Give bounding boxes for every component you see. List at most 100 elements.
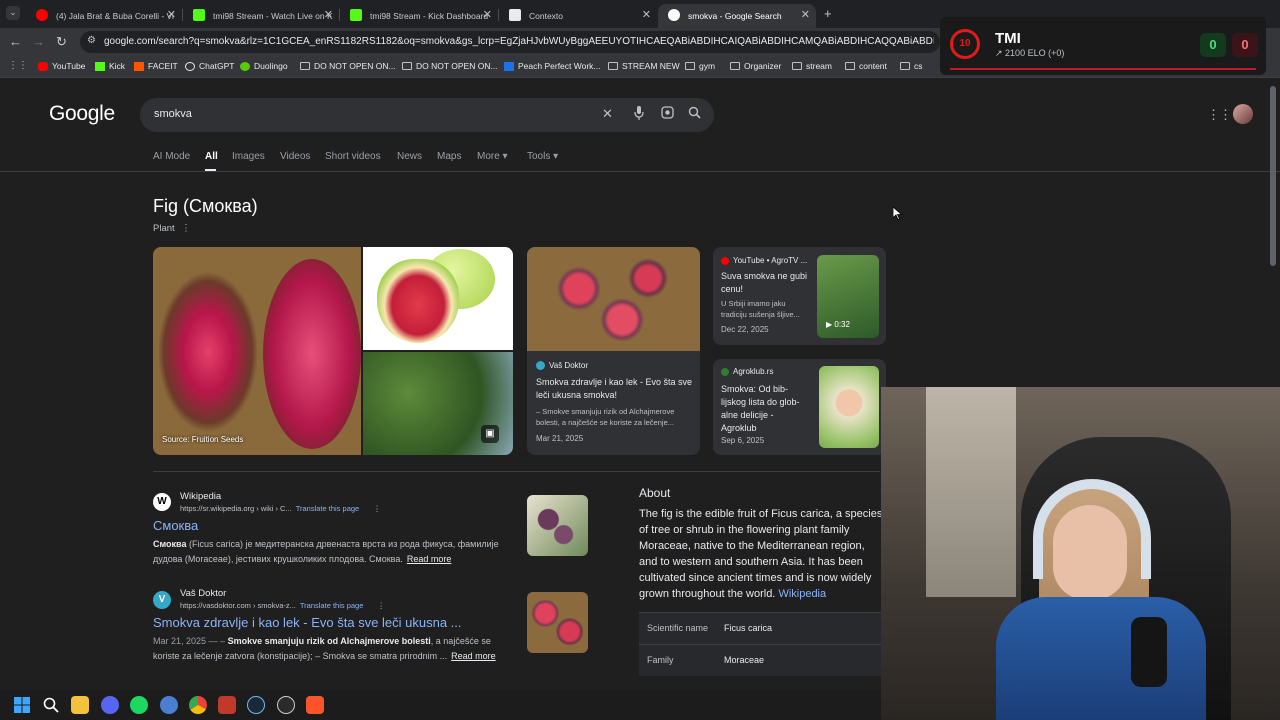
bookmark-chatgpt[interactable]: ChatGPT <box>185 61 234 71</box>
tab-search-chevron-icon[interactable]: ⌄ <box>6 6 20 20</box>
apps-grid-icon[interactable]: ⋮⋮ <box>8 60 28 71</box>
lens-icon[interactable] <box>661 106 674 122</box>
gallery-icon[interactable]: ▣ <box>481 425 499 443</box>
back-icon[interactable]: ← <box>9 34 22 49</box>
search-box[interactable]: smokva ✕ <box>140 98 714 132</box>
read-more-link[interactable]: Read more <box>407 554 452 564</box>
shield-icon[interactable] <box>218 696 236 714</box>
more-vert-icon[interactable]: ⋮ <box>181 223 191 234</box>
brave-icon[interactable] <box>306 696 324 714</box>
result-title-link[interactable]: Smokva zdravlje i kao lek - Evo šta sve … <box>153 615 462 630</box>
file-explorer-icon[interactable] <box>71 696 89 714</box>
tab-youtube[interactable]: (4) Jala Brat & Buba Corelli - Vi ✕ <box>26 4 182 28</box>
search-icon[interactable] <box>688 106 701 122</box>
filter-tools[interactable]: Tools ▾ <box>527 151 558 162</box>
folder-icon <box>900 62 910 70</box>
tab-contexto[interactable]: Contexto ✕ <box>499 4 657 28</box>
app-icon[interactable] <box>277 696 295 714</box>
folder-icon <box>300 62 310 70</box>
page-scrollbar[interactable] <box>1270 86 1276 266</box>
more-vert-icon[interactable]: ⋮ <box>373 504 381 513</box>
address-bar[interactable]: ⚙ google.com/search?q=smokva&rlz=1C1GCEA… <box>80 31 940 53</box>
filter-short-videos[interactable]: Short videos <box>325 151 381 162</box>
filter-all[interactable]: All <box>205 151 218 162</box>
bookmark-folder[interactable]: gym <box>685 61 715 71</box>
webcam-door <box>926 387 1016 597</box>
chrome-icon[interactable] <box>189 696 207 714</box>
steam-icon[interactable] <box>247 696 265 714</box>
bookmark-folder[interactable]: cs <box>900 61 923 71</box>
filter-ai-mode[interactable]: AI Mode <box>153 151 190 162</box>
more-vert-icon[interactable]: ⋮ <box>377 601 385 610</box>
fig-tree-image[interactable]: ▣ <box>363 352 513 455</box>
windows-start-icon[interactable] <box>13 696 31 714</box>
video-thumbnail[interactable]: ▶ 0:32 <box>817 255 879 338</box>
bookmark-peach[interactable]: Peach Perfect Work... <box>504 61 601 71</box>
translate-link[interactable]: Translate this page <box>296 504 360 513</box>
discord-icon[interactable] <box>101 696 119 714</box>
close-icon[interactable]: ✕ <box>483 8 492 21</box>
bookmark-folder[interactable]: DO NOT OPEN ON... <box>300 61 396 71</box>
result-thumbnail[interactable] <box>527 592 588 653</box>
bookmark-duolingo[interactable]: Duolingo <box>240 61 288 71</box>
microphone <box>1131 617 1167 687</box>
bookmark-folder[interactable]: Organizer <box>730 61 781 71</box>
bookmark-kick[interactable]: Kick <box>95 61 125 71</box>
wins-box: 0 <box>1200 33 1226 57</box>
card-youtube-agrotv[interactable]: YouTube • AgroTV ... Suva smokva ne gubi… <box>713 247 886 345</box>
filter-images[interactable]: Images <box>232 151 265 162</box>
google-logo[interactable]: Google <box>49 102 115 126</box>
result-url[interactable]: https://sr.wikipedia.org › wiki › C... Tr… <box>180 504 381 513</box>
close-icon[interactable]: ✕ <box>801 8 810 21</box>
tab-kick-dashboard[interactable]: tmi98 Stream - Kick Dashboard ✕ <box>340 4 498 28</box>
search-input[interactable]: smokva <box>154 108 192 120</box>
card-agroklub[interactable]: Agroklub.rs Smokva: Od bib-lijskog lista… <box>713 359 886 455</box>
filter-videos[interactable]: Videos <box>280 151 310 162</box>
fig-halves-image[interactable]: Source: Fruition Seeds <box>153 247 361 455</box>
mouse-cursor-icon <box>893 207 902 220</box>
green-fig-image[interactable] <box>363 247 513 350</box>
filter-maps[interactable]: Maps <box>437 151 461 162</box>
search-icon[interactable] <box>42 696 60 714</box>
read-more-link[interactable]: Read more <box>451 651 496 661</box>
spotify-icon[interactable] <box>130 696 148 714</box>
bookmark-folder[interactable]: DO NOT OPEN ON... <box>402 61 498 71</box>
tab-label: (4) Jala Brat & Buba Corelli - Vi <box>56 11 174 21</box>
losses-box: 0 <box>1232 33 1258 57</box>
reload-icon[interactable]: ↻ <box>56 34 67 50</box>
new-tab-icon[interactable]: + <box>824 6 832 21</box>
result-thumbnail[interactable] <box>527 495 588 556</box>
youtube-icon <box>721 257 729 265</box>
bookmark-faceit[interactable]: FACEIT <box>134 61 178 71</box>
bookmark-folder[interactable]: content <box>845 61 887 71</box>
player-name: TMI <box>995 30 1021 47</box>
fig-green-cut <box>377 259 459 343</box>
faceit-overlay: 10 TMI ↗ 2100 ELO (+0) 0 0 <box>940 17 1266 75</box>
fact-value: Moraceae <box>724 655 765 665</box>
result-title-link[interactable]: Смоква <box>153 518 198 533</box>
source-favicon <box>536 361 545 370</box>
translate-link[interactable]: Translate this page <box>300 601 364 610</box>
avatar[interactable] <box>1233 104 1253 124</box>
close-icon[interactable]: ✕ <box>642 8 651 21</box>
clear-icon[interactable]: ✕ <box>602 106 613 122</box>
site-info-icon[interactable]: ⚙ <box>87 35 96 46</box>
bookmark-youtube[interactable]: YouTube <box>38 61 85 71</box>
voice-search-icon[interactable] <box>634 106 644 120</box>
bookmark-label: Peach Perfect Work... <box>518 61 601 71</box>
app-icon[interactable] <box>160 696 178 714</box>
bookmark-folder[interactable]: STREAM NEW <box>608 61 680 71</box>
bookmark-folder[interactable]: stream <box>792 61 832 71</box>
tab-kick-stream[interactable]: tmi98 Stream - Watch Live on K ✕ <box>183 4 339 28</box>
wins-value: 0 <box>1209 37 1217 52</box>
close-icon[interactable]: ✕ <box>167 8 176 21</box>
forward-icon[interactable]: → <box>32 34 45 49</box>
close-icon[interactable]: ✕ <box>324 8 333 21</box>
wikipedia-link[interactable]: Wikipedia <box>778 588 826 600</box>
filter-more[interactable]: More ▾ <box>477 151 508 162</box>
filter-news[interactable]: News <box>397 151 422 162</box>
tab-google-search[interactable]: smokva - Google Search ✕ <box>658 4 816 28</box>
result-url[interactable]: https://vasdoktor.com › smokva-z... Trans… <box>180 601 385 610</box>
article-thumbnail[interactable] <box>819 366 879 448</box>
card-vasdoktor[interactable]: Vaš Doktor Smokva zdravlje i kao lek - E… <box>527 247 700 455</box>
